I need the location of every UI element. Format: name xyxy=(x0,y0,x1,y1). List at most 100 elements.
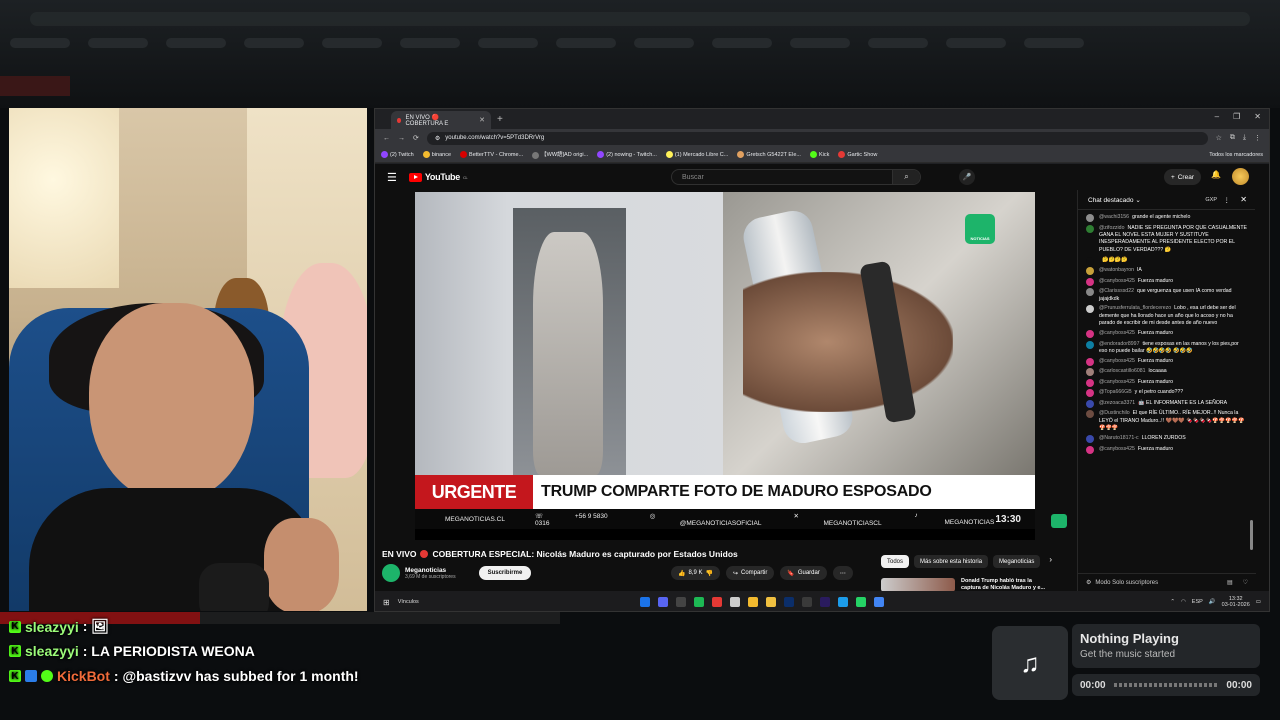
chat-username[interactable]: @canyboss425 xyxy=(1099,278,1135,284)
chat-user-avatar[interactable] xyxy=(1086,389,1094,398)
chat-user-avatar[interactable] xyxy=(1086,445,1094,454)
chat-user-avatar[interactable] xyxy=(1086,399,1094,408)
site-info-icon[interactable]: ⚙ xyxy=(435,135,440,142)
chip-all[interactable]: Todos xyxy=(881,555,910,568)
obs-icon[interactable] xyxy=(676,597,686,607)
gxp-badge[interactable]: GXP xyxy=(1205,197,1217,203)
chat-username[interactable]: @Naruto18171-c xyxy=(1099,435,1139,441)
app-icon[interactable] xyxy=(730,597,740,607)
chat-username[interactable]: @watonbayron xyxy=(1099,267,1134,273)
forward-icon[interactable]: → xyxy=(398,135,405,142)
close-chat-icon[interactable]: ✕ xyxy=(1240,195,1247,204)
chat-username[interactable]: @Prunusferrulata_flordecerezo xyxy=(1099,305,1171,311)
emoji-icon[interactable]: ▤ xyxy=(1227,579,1233,586)
chat-user-avatar[interactable] xyxy=(1086,330,1094,339)
recommended-video[interactable]: Donald Trump habló tras la captura de Ni… xyxy=(881,578,1051,592)
chat-mode-dropdown[interactable]: Chat destacado ⌄ xyxy=(1088,196,1141,204)
bookmark-item[interactable]: binance xyxy=(422,151,451,158)
reload-icon[interactable]: ⟳ xyxy=(413,134,419,142)
close-tab-icon[interactable]: ✕ xyxy=(479,116,485,124)
recommended-title[interactable]: Donald Trump habló tras la captura de Ni… xyxy=(961,578,1051,592)
bookmark-item[interactable]: 【WW語]AD origi... xyxy=(532,150,588,159)
chip-channel[interactable]: Meganoticias xyxy=(993,555,1041,568)
chat-username[interactable]: @canyboss425 xyxy=(1099,446,1135,452)
taskbar-clock[interactable]: 13:32 03-01-2026 xyxy=(1222,596,1250,608)
whatsapp-icon[interactable] xyxy=(856,597,866,607)
bookmark-item[interactable]: Kick xyxy=(809,151,829,158)
tray-chevron-icon[interactable]: ⌃ xyxy=(1170,599,1175,605)
chat-username[interactable]: @Topa666GB xyxy=(1099,389,1132,395)
channel-name[interactable]: Meganoticias xyxy=(405,567,456,574)
premiere-icon[interactable] xyxy=(820,597,830,607)
download-icon[interactable]: ⤓ xyxy=(1243,134,1246,142)
more-actions-button[interactable]: ⋯ xyxy=(832,566,853,580)
address-bar[interactable]: ⚙ youtube.com/watch?v=5PTd3DRrVrg xyxy=(426,131,1208,145)
chat-user-avatar[interactable] xyxy=(1086,368,1094,377)
windows-start-icon[interactable]: ⊞ xyxy=(383,598,390,607)
chat-user-avatar[interactable] xyxy=(1086,340,1094,349)
discord-icon[interactable] xyxy=(658,597,668,607)
volume-icon[interactable]: 🔊 xyxy=(1209,599,1216,605)
chat-username[interactable]: @canyboss425 xyxy=(1099,330,1135,336)
photoshop-icon[interactable] xyxy=(784,597,794,607)
voice-search-icon[interactable]: 🎤 xyxy=(959,169,975,185)
notifications-icon[interactable]: 🔔 xyxy=(1211,170,1221,179)
chat-user-avatar[interactable] xyxy=(1086,277,1094,286)
recommended-thumbnail[interactable] xyxy=(881,578,955,592)
share-button[interactable]: ↪ Compartir xyxy=(725,566,775,580)
bookmark-star-icon[interactable]: ☆ xyxy=(1216,134,1222,142)
youtube-logo[interactable]: YouTube CL xyxy=(408,172,468,182)
language-indicator[interactable]: ESP xyxy=(1192,599,1203,605)
bookmark-item[interactable]: (2) nowing - Twitch... xyxy=(597,151,657,158)
avatar[interactable] xyxy=(1232,168,1249,185)
chat-user-avatar[interactable] xyxy=(1086,357,1094,366)
chat-username[interactable]: @canyboss425 xyxy=(1099,358,1135,364)
chat-user-avatar[interactable] xyxy=(1086,378,1094,387)
chat-user-avatar[interactable] xyxy=(1086,288,1094,297)
close-window-icon[interactable]: ✕ xyxy=(1254,112,1261,121)
like-button[interactable]: 👍 8,9 K 👎 xyxy=(671,566,720,580)
subscribe-button[interactable]: Suscribirme xyxy=(478,566,532,580)
chat-user-avatar[interactable] xyxy=(1086,224,1094,233)
app-icon[interactable] xyxy=(802,597,812,607)
bookmark-item[interactable]: BetterTTV - Chrome... xyxy=(460,151,523,158)
chrome-icon[interactable] xyxy=(874,597,884,607)
notification-center-icon[interactable]: ▭ xyxy=(1256,599,1261,605)
chat-username[interactable]: @zezoaca3371 xyxy=(1099,400,1135,406)
bookmark-item[interactable]: Todos los marcadores xyxy=(1209,152,1263,158)
chat-username[interactable]: @canyboss425 xyxy=(1099,379,1135,385)
chat-username[interactable]: @Dustinchilo xyxy=(1099,410,1130,416)
chat-user-avatar[interactable] xyxy=(1086,410,1094,419)
chevron-right-icon[interactable]: › xyxy=(1049,555,1052,568)
search-input[interactable]: Buscar ⌕ xyxy=(671,169,921,185)
chat-settings-icon[interactable]: ⚙ xyxy=(1086,579,1091,586)
steam-icon[interactable] xyxy=(640,597,650,607)
search-icon[interactable]: ⌕ xyxy=(892,170,920,184)
chip-more-story[interactable]: Más sobre esta historia xyxy=(914,555,989,568)
chat-username[interactable]: @zifozzido xyxy=(1099,225,1124,231)
video-player[interactable]: NOTICIAS URGENTE TRUMP COMPARTE FOTO DE … xyxy=(415,192,1035,540)
chat-menu-icon[interactable]: ⋮ xyxy=(1224,196,1231,204)
menu-icon[interactable]: ☰ xyxy=(387,171,397,184)
new-tab-icon[interactable]: + xyxy=(497,114,503,125)
bookmark-item[interactable]: (1) Mercado Libre C... xyxy=(665,151,728,158)
thumbs-down-icon[interactable]: 👎 xyxy=(706,570,713,577)
browser-tab[interactable]: EN VIVO 🔴 COBERTURA E ✕ xyxy=(391,111,491,129)
save-button[interactable]: 🔖 Guardar xyxy=(780,566,827,580)
wifi-icon[interactable]: ◠ xyxy=(1181,599,1186,605)
chat-username[interactable]: @wachi3156 xyxy=(1099,214,1129,220)
chat-user-avatar[interactable] xyxy=(1086,267,1094,276)
back-icon[interactable]: ← xyxy=(383,135,390,142)
chat-scrollbar[interactable] xyxy=(1250,520,1253,550)
bookmark-item[interactable]: (2) Twitch xyxy=(381,151,414,158)
chat-username[interactable]: @endorador8997 xyxy=(1099,341,1139,347)
minimize-icon[interactable]: – xyxy=(1215,112,1219,121)
menu-dots-icon[interactable]: ⋮ xyxy=(1254,134,1261,142)
app-icon[interactable] xyxy=(712,597,722,607)
heart-icon[interactable]: ♡ xyxy=(1243,579,1248,586)
bookmark-item[interactable]: Gartic Show xyxy=(838,151,877,158)
folder-icon[interactable] xyxy=(766,597,776,607)
channel-avatar[interactable] xyxy=(382,564,400,582)
bookmark-item[interactable]: Gretsch G5422T Ele... xyxy=(737,151,801,158)
create-button[interactable]: + Crear xyxy=(1163,169,1201,185)
